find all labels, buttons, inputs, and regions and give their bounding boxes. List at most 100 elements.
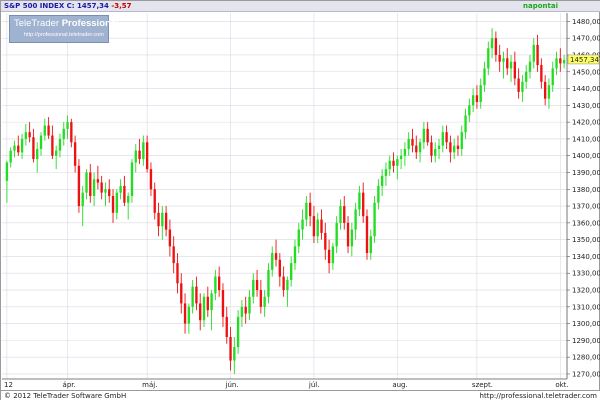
- candle: [362, 182, 365, 223]
- candle-body: [282, 276, 285, 291]
- candle: [525, 65, 528, 89]
- candle: [157, 202, 160, 237]
- candle: [271, 246, 274, 277]
- candle: [494, 31, 498, 62]
- candle-body: [373, 202, 376, 237]
- candle-body: [17, 145, 20, 153]
- candle: [301, 209, 304, 240]
- candle: [506, 48, 509, 76]
- candle: [282, 266, 285, 297]
- y-tick-label: 1470,00: [572, 35, 600, 43]
- y-tick-label: 1370,00: [572, 203, 600, 211]
- y-tick-label: 1320,00: [572, 287, 600, 295]
- logo-name-bold: Professional: [61, 18, 119, 29]
- candle: [164, 206, 168, 237]
- candle-body: [248, 296, 251, 314]
- candle-body: [176, 263, 179, 284]
- candle-body: [43, 125, 46, 136]
- candle-body: [411, 138, 414, 146]
- candle: [358, 185, 361, 217]
- candle-body: [32, 137, 35, 160]
- candle-body: [494, 38, 498, 55]
- candle-body: [161, 212, 164, 227]
- month-label: okt.: [555, 381, 568, 389]
- candle-body: [138, 150, 141, 160]
- teletrader-logo: TeleTrader Professional http://professio…: [9, 15, 119, 43]
- candle-body: [290, 263, 293, 280]
- candle-body: [24, 132, 28, 139]
- candle-body: [475, 95, 479, 102]
- candle: [252, 273, 255, 304]
- candle-body: [434, 148, 437, 156]
- candle-body: [339, 206, 342, 223]
- candle-body: [305, 202, 308, 220]
- candle-body: [96, 179, 100, 183]
- candle: [559, 48, 562, 72]
- footer-url-link[interactable]: http://professional.teletrader.com: [480, 392, 597, 400]
- candle: [54, 145, 58, 170]
- candle-body: [320, 219, 323, 233]
- candle: [240, 300, 244, 327]
- candle: [255, 269, 259, 297]
- y-tick-label: 1340,00: [572, 253, 600, 261]
- candle-body: [244, 306, 247, 314]
- candle-body: [255, 279, 259, 291]
- candle: [199, 293, 202, 331]
- candle: [145, 135, 149, 173]
- candle-body: [195, 286, 198, 304]
- change-value: -3,57: [111, 2, 132, 10]
- candle: [434, 142, 437, 163]
- candle-body: [293, 246, 297, 264]
- candle-body: [130, 162, 134, 196]
- candle-body: [142, 142, 145, 160]
- candle: [274, 239, 278, 267]
- candle: [96, 165, 100, 190]
- candle: [153, 182, 156, 220]
- candle: [66, 115, 69, 139]
- candle-body: [430, 142, 433, 156]
- candle: [422, 122, 426, 149]
- candle: [290, 256, 293, 287]
- y-tick-label: 1440,00: [572, 85, 600, 93]
- candle-body: [153, 189, 156, 213]
- candle: [47, 117, 50, 139]
- candle: [399, 148, 403, 170]
- candle-body: [191, 286, 194, 307]
- candle: [202, 293, 206, 327]
- month-label: jún.: [225, 381, 239, 389]
- chart-window: 1270,00 1280,00 1290,00 1300,00 1310,00 1320,…: [0, 0, 600, 400]
- candle: [384, 162, 388, 186]
- candle: [540, 58, 543, 89]
- candle: [244, 296, 247, 324]
- candle: [487, 41, 490, 76]
- candle-body: [217, 276, 221, 291]
- candle: [407, 132, 410, 156]
- price-chart[interactable]: 1270,00 1280,00 1290,00 1300,00 1310,00 1320,…: [1, 1, 600, 400]
- candle-body: [119, 185, 122, 193]
- y-axis: 1270,00 1280,00 1290,00 1300,00 1310,00 1320,…: [566, 13, 600, 379]
- candle: [464, 108, 467, 139]
- candle-body: [506, 58, 509, 69]
- candle-body: [172, 246, 175, 264]
- candle: [248, 290, 251, 321]
- y-tick-label: 1450,00: [572, 68, 600, 76]
- y-tick-label: 1400,00: [572, 152, 600, 160]
- candle-body: [127, 196, 130, 203]
- candle: [498, 44, 501, 72]
- candle-body: [449, 142, 452, 153]
- candle-body: [202, 296, 206, 321]
- candle: [316, 212, 319, 244]
- candle-body: [66, 122, 69, 129]
- candle-body: [240, 306, 244, 317]
- candle-body: [513, 61, 517, 79]
- candle: [176, 253, 179, 294]
- y-tick-label: 1430,00: [572, 102, 600, 110]
- candle-body: [58, 138, 62, 151]
- candle: [51, 125, 54, 160]
- candle-body: [123, 185, 126, 203]
- candle: [380, 169, 384, 196]
- y-tick-label: 1360,00: [572, 219, 600, 227]
- candle-body: [562, 60, 566, 64]
- candle-body: [164, 212, 168, 230]
- candle: [123, 175, 126, 207]
